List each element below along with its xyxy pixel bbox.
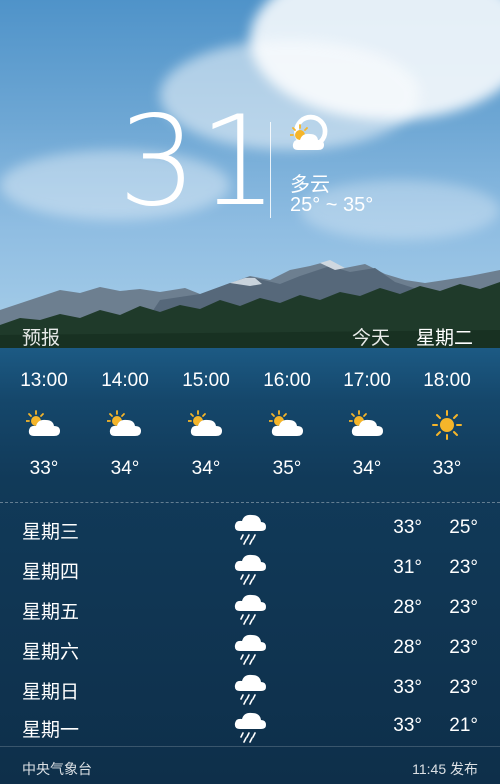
hour-temp: 34° [352,458,382,479]
rain-icon [233,551,267,590]
day-name: 星期一 [22,720,80,741]
weekday-tab[interactable]: 星期二 [416,323,473,350]
rain-icon [233,591,267,630]
partly-cloudy-icon [327,410,407,444]
hour-temp: 34° [191,458,221,479]
divider [270,122,271,218]
partly-cloudy-icon [166,410,246,444]
day-name: 星期四 [22,562,80,583]
day-name: 星期五 [22,602,80,623]
day-high: 31° [393,557,422,578]
divider [0,502,500,503]
daily-row: 星期一 33° 21° [0,707,500,747]
hourly-forecast: 13:00 33° 14:00 34° 15:00 34° 16:00 35° … [0,370,500,488]
day-high: 28° [393,637,422,658]
daily-row: 星期五 28° 23° [0,589,500,629]
current-range: 25° ~ 35° [290,194,374,216]
day-low: 21° [449,715,478,736]
daily-row: 星期三 33° 25° [0,509,500,549]
daily-row: 星期日 33° 23° [0,669,500,709]
data-source: 中央气象台 [22,761,92,777]
day-low: 23° [449,557,478,578]
day-low: 23° [449,637,478,658]
hourly-item: 13:00 33° [4,370,84,480]
footer: 中央气象台 11:45 发布 [0,746,500,784]
rain-icon [233,709,267,748]
partly-cloudy-icon [4,410,84,444]
hourly-item: 16:00 35° [247,370,327,480]
day-name: 星期三 [22,522,80,543]
partly-cloudy-icon [247,410,327,444]
hour-temp: 33° [432,458,462,479]
day-name: 星期日 [22,682,80,703]
rain-icon [233,631,267,670]
hourly-item: 14:00 34° [85,370,165,480]
hour-temp: 33° [29,458,59,479]
rain-icon [233,511,267,550]
day-high: 28° [393,597,422,618]
today-tab[interactable]: 今天 [352,323,390,350]
hourly-item: 15:00 34° [166,370,246,480]
day-high: 33° [393,677,422,698]
hour-time: 18:00 [423,370,471,391]
hour-temp: 34° [110,458,140,479]
hour-time: 15:00 [182,370,230,391]
rain-icon [233,671,267,710]
day-name: 星期六 [22,642,80,663]
hour-temp: 35° [272,458,302,479]
day-high: 33° [393,715,422,736]
current-condition: 多云 [290,174,330,196]
daily-row: 星期六 28° 23° [0,629,500,669]
partly-cloudy-icon [85,410,165,444]
hourly-item: 17:00 34° [327,370,407,480]
day-low: 23° [449,677,478,698]
hour-time: 16:00 [263,370,311,391]
hour-time: 14:00 [101,370,149,391]
weather-screen: 31° 多云 25° ~ 35° 预报 今天 星期二 13:00 33° 14:… [0,0,500,784]
hour-time: 17:00 [343,370,391,391]
forecast-label: 预报 [22,328,61,349]
sun-icon [407,410,487,444]
day-low: 23° [449,597,478,618]
daily-row: 星期四 31° 23° [0,549,500,589]
day-high: 33° [393,517,422,538]
partly-cloudy-icon [289,124,326,157]
day-low: 25° [449,517,478,538]
hour-time: 13:00 [20,370,68,391]
hourly-item: 18:00 33° [407,370,487,480]
publish-time: 11:45 发布 [412,761,478,777]
